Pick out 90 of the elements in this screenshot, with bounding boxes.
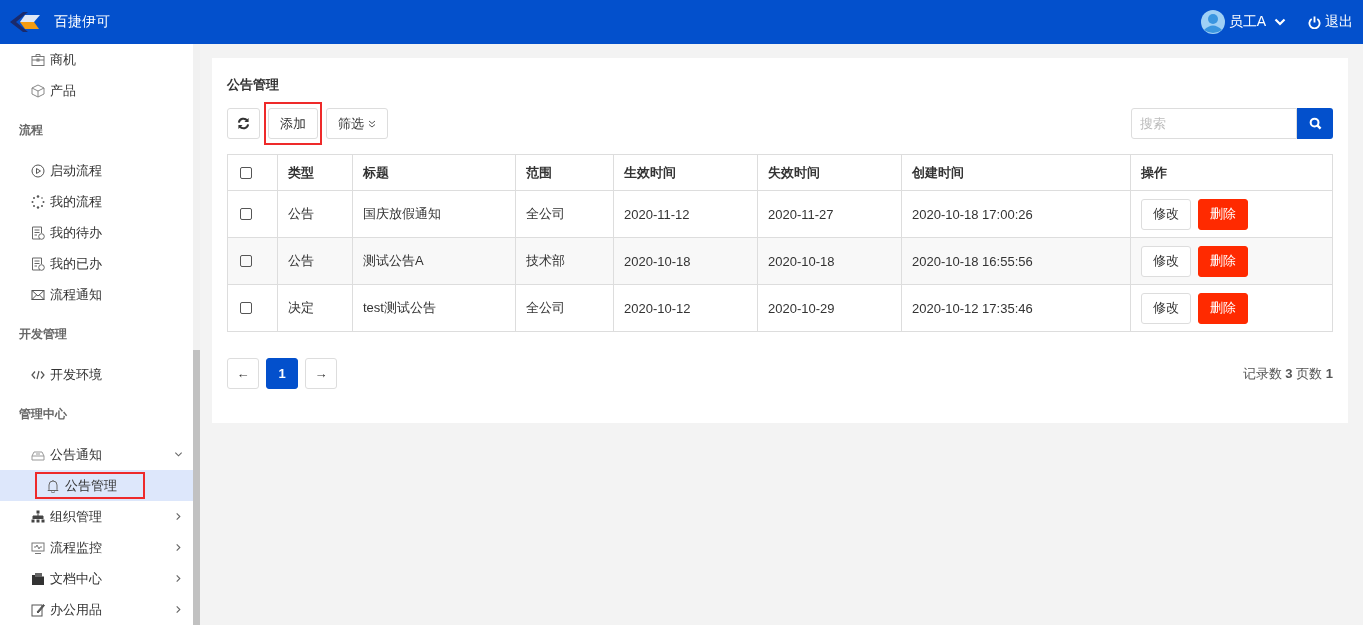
menu-item[interactable]: 我的流程 <box>0 186 193 217</box>
add-button[interactable]: 添加 <box>268 108 318 139</box>
edit-button[interactable]: 修改 <box>1141 198 1191 230</box>
bell-icon <box>46 478 60 493</box>
delete-button[interactable]: 删除 <box>1198 245 1248 277</box>
doc-icon <box>31 225 45 240</box>
user-name[interactable]: 员工A <box>1228 13 1266 31</box>
cube-icon <box>31 83 45 98</box>
row-checkbox[interactable] <box>240 255 252 267</box>
refresh-icon <box>237 117 250 130</box>
section-heading: 管理中心 <box>18 406 68 423</box>
scrollbar[interactable] <box>193 44 200 625</box>
table-cell: 2020-10-12 <box>613 284 758 332</box>
logout-link[interactable]: 退出 <box>1325 13 1353 31</box>
column-header: 失效时间 <box>757 154 902 191</box>
briefcase-icon <box>31 52 45 67</box>
chevron-right-icon <box>174 605 183 614</box>
record-summary: 记录数 3 页数 1 <box>1242 364 1333 383</box>
table-cell: 测试公告A <box>352 237 516 285</box>
power-icon[interactable] <box>1308 15 1321 29</box>
column-header: 操作 <box>1130 154 1333 191</box>
chevron-right-icon <box>174 574 183 583</box>
menu-item[interactable]: 公告通知 <box>0 439 193 470</box>
menu-item[interactable]: 产品 <box>0 75 193 106</box>
table-cell: 公告 <box>277 190 353 238</box>
play-icon <box>31 163 45 178</box>
chevron-down-icon[interactable] <box>1274 18 1286 26</box>
table-cell: 2020-10-18 17:00:26 <box>901 190 1131 238</box>
section-heading: 流程 <box>18 122 44 139</box>
refresh-button[interactable] <box>227 108 260 139</box>
next-page-button[interactable]: → <box>305 358 337 389</box>
menu-item[interactable]: 流程通知 <box>0 279 193 310</box>
table-cell: 2020-10-12 17:35:46 <box>901 284 1131 332</box>
table-cell: 国庆放假通知 <box>352 190 516 238</box>
submenu-item[interactable]: 公告管理 <box>0 470 193 501</box>
tree-icon <box>31 509 45 524</box>
prev-page-button[interactable]: ← <box>227 358 259 389</box>
delete-button[interactable]: 删除 <box>1198 198 1248 230</box>
table-cell: 全公司 <box>515 284 614 332</box>
filter-button[interactable]: 筛选 <box>326 108 388 139</box>
search-button[interactable] <box>1297 108 1333 139</box>
table-cell: 2020-10-18 16:55:56 <box>901 237 1131 285</box>
edit-button[interactable]: 修改 <box>1141 292 1191 324</box>
monitor-icon <box>31 540 45 555</box>
table-cell: 2020-10-18 <box>757 237 902 285</box>
table-cell: 2020-11-27 <box>757 190 902 238</box>
search-field[interactable]: 搜索 <box>1131 108 1297 139</box>
doccheck-icon <box>31 256 45 271</box>
menu-item[interactable]: 办公用品 <box>0 594 193 625</box>
table-cell: 公告 <box>277 237 353 285</box>
app-name: 百捷伊可 <box>54 13 110 31</box>
select-all-checkbox[interactable] <box>240 166 252 179</box>
table-cell: 2020-10-29 <box>757 284 902 332</box>
search-icon <box>1308 117 1322 130</box>
menu-item[interactable]: 文档中心 <box>0 563 193 594</box>
chevron-down-icon <box>174 450 183 459</box>
menu-item[interactable]: 商机 <box>0 44 193 75</box>
pencil-icon <box>31 602 45 617</box>
column-header: 创建时间 <box>901 154 1131 191</box>
logo-icon <box>8 10 42 34</box>
folder-icon <box>31 571 45 586</box>
column-header: 类型 <box>277 154 353 191</box>
row-checkbox[interactable] <box>240 208 252 220</box>
column-header: 标题 <box>352 154 516 191</box>
delete-button[interactable]: 删除 <box>1198 292 1248 324</box>
chevron-right-icon <box>174 512 183 521</box>
column-header: 范围 <box>515 154 614 191</box>
section-heading: 开发管理 <box>18 326 68 343</box>
avatar-icon[interactable] <box>1200 10 1225 34</box>
menu-item[interactable]: 启动流程 <box>0 155 193 186</box>
table-cell: 2020-11-12 <box>613 190 758 238</box>
column-header: 生效时间 <box>613 154 758 191</box>
table-cell: test测试公告 <box>352 284 516 332</box>
page-title: 公告管理 <box>227 76 280 94</box>
table-cell: 全公司 <box>515 190 614 238</box>
table-cell: 技术部 <box>515 237 614 285</box>
menu-item[interactable]: 开发环境 <box>0 359 193 390</box>
menu-item[interactable]: 我的待办 <box>0 217 193 248</box>
ring-icon <box>31 194 45 209</box>
double-chevron-down-icon <box>368 119 376 128</box>
page-button[interactable]: 1 <box>266 358 298 389</box>
menu-item[interactable]: 组织管理 <box>0 501 193 532</box>
edit-button[interactable]: 修改 <box>1141 245 1191 277</box>
table-cell: 2020-10-18 <box>613 237 758 285</box>
mail-icon <box>31 287 45 302</box>
chevron-right-icon <box>174 543 183 552</box>
menu-item[interactable]: 我的已办 <box>0 248 193 279</box>
table-cell: 决定 <box>277 284 353 332</box>
row-checkbox[interactable] <box>240 302 252 314</box>
menu-item[interactable]: 流程监控 <box>0 532 193 563</box>
